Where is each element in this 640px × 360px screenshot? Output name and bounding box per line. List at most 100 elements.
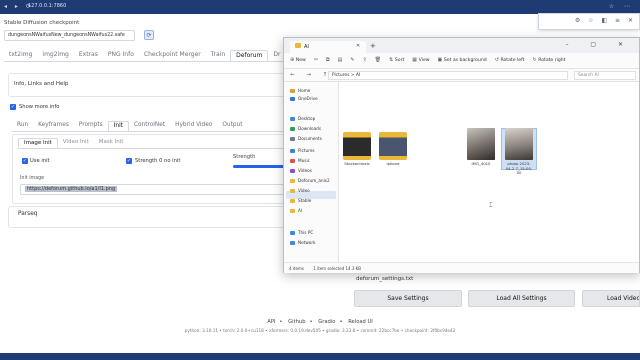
folder-icon bbox=[295, 43, 301, 48]
nav-deforum-label: Deforum_anis2 bbox=[298, 178, 330, 183]
tab-image-init[interactable]: Image Init bbox=[18, 138, 58, 148]
view-button[interactable]: ▦ View bbox=[412, 57, 429, 63]
sort-label: Sort bbox=[394, 58, 405, 63]
load-video-settings-button[interactable]: Load Video S bbox=[582, 290, 640, 307]
info-accordion-title: Info, Links and Help bbox=[14, 81, 69, 87]
browser-toolbar bbox=[0, 0, 640, 14]
new-tab-icon[interactable]: + bbox=[370, 42, 376, 50]
cut-icon[interactable]: ✂ bbox=[314, 57, 318, 63]
share-icon[interactable]: ⇪ bbox=[363, 57, 367, 63]
init-image-value[interactable]: https://deforum.github.io/a1/I1.png bbox=[25, 186, 118, 192]
nav-onedrive-label: OneDrive bbox=[298, 96, 318, 101]
popup-icons[interactable]: ⚙ ☆ ◧ ≡ ✕ bbox=[575, 17, 636, 24]
home-icon bbox=[290, 89, 295, 93]
video-icon bbox=[290, 169, 295, 173]
footer-version: python: 3.10.11 • torch: 2.0.0+cu118 • x… bbox=[184, 328, 456, 333]
use-init-label: Use init bbox=[30, 158, 50, 164]
init-tab-divider bbox=[18, 148, 284, 149]
file-name: photo 2023-04-2 7_15-00-00 bbox=[505, 161, 533, 175]
rotate-right-button[interactable]: ↻ Rotate right bbox=[532, 57, 565, 63]
file-name: Iphone bbox=[386, 161, 400, 166]
nav-desktop[interactable]: Desktop bbox=[290, 116, 315, 121]
paste-icon[interactable]: ▤ bbox=[338, 57, 343, 63]
music-icon bbox=[290, 159, 295, 163]
load-all-settings-button[interactable]: Load All Settings bbox=[468, 290, 575, 307]
nav-home[interactable]: Home bbox=[290, 88, 310, 93]
set-background-button[interactable]: ▣ Set as background bbox=[438, 57, 487, 63]
address-bar[interactable]: 127.0.0.1:7860 bbox=[28, 3, 66, 9]
folder-icon bbox=[379, 132, 407, 160]
photo-thumbnail bbox=[505, 128, 533, 160]
file-item[interactable]: Stockanimals bbox=[343, 132, 371, 167]
settings-file-label: deforum_settings.txt bbox=[356, 276, 414, 282]
nav-this-pc[interactable]: This PC bbox=[290, 230, 313, 235]
nav-stable[interactable]: Stable bbox=[290, 198, 311, 203]
tab-divider bbox=[4, 61, 284, 62]
nav-stable-label: Stable bbox=[298, 198, 312, 203]
save-settings-button[interactable]: Save Settings bbox=[354, 290, 462, 307]
strength-no-init-checkbox[interactable]: ✓ bbox=[126, 158, 132, 164]
file-item[interactable]: photo 2023-04-2 7_15-00-00 bbox=[505, 128, 533, 176]
footer-api-link[interactable]: API bbox=[267, 319, 275, 325]
strength-slider[interactable] bbox=[233, 165, 284, 168]
nav-videos[interactable]: Videos bbox=[290, 168, 312, 173]
window-controls[interactable]: – ▢ ✕ bbox=[565, 41, 633, 48]
copy-icon[interactable]: ⧉ bbox=[326, 57, 330, 63]
view-label: View bbox=[418, 58, 430, 63]
file-name: IMG_4010 bbox=[471, 161, 491, 166]
nav-downloads-label: Downloads bbox=[298, 126, 321, 131]
nav-pictures[interactable]: Pictures bbox=[290, 148, 315, 153]
footer-github-link[interactable]: Github bbox=[288, 319, 305, 325]
explorer-toolbar-items: ⊕ New ✂ ⧉ ▤ ✎ ⇪ 🗑 ⇅ Sort ▦ View ▣ Set as… bbox=[290, 57, 566, 63]
item-count: 4 items bbox=[289, 266, 304, 271]
explorer-tab-label: AI bbox=[304, 44, 309, 50]
folder-icon bbox=[290, 209, 295, 213]
explorer-content: Stockanimals Iphone IMG_4010 photo 2023-… bbox=[339, 82, 639, 262]
desktop-icon bbox=[290, 117, 295, 121]
footer-links: API • Github • Gradio • Reload UI bbox=[267, 319, 373, 325]
parseq-accordion[interactable] bbox=[8, 206, 288, 228]
nav-music-label: Music bbox=[298, 158, 310, 163]
nav-downloads[interactable]: Downloads bbox=[290, 126, 321, 131]
explorer-address-bar[interactable]: Pictures > AI bbox=[328, 71, 568, 80]
rotate-left-button[interactable]: ↺ Rotate left bbox=[495, 57, 525, 63]
file-explorer-window: AI ✕ + – ▢ ✕ ⊕ New ✂ ⧉ ▤ ✎ ⇪ 🗑 ⇅ Sort ▦ … bbox=[283, 37, 640, 273]
tab-mask-init[interactable]: Mask Init bbox=[94, 138, 129, 148]
cloud-icon bbox=[290, 97, 295, 101]
sort-button[interactable]: ⇅ Sort bbox=[389, 57, 404, 63]
file-item[interactable]: IMG_4010 bbox=[467, 128, 495, 167]
folder-icon bbox=[290, 179, 295, 183]
show-more-info-label: Show more info bbox=[19, 104, 60, 110]
close-tab-icon[interactable]: ✕ bbox=[356, 43, 360, 49]
tab-video-init[interactable]: Video Init bbox=[58, 138, 94, 148]
nav-deforum[interactable]: Deforum_anis2 bbox=[290, 178, 330, 183]
footer-reload-link[interactable]: Reload UI bbox=[348, 319, 373, 325]
checkpoint-label: Stable Diffusion checkpoint bbox=[4, 20, 80, 26]
nav-ai[interactable]: AI bbox=[290, 208, 302, 213]
explorer-nav-pane: Home OneDrive Desktop Downloads Document… bbox=[284, 82, 339, 262]
strength-no-init-label: Strength 0 no init bbox=[135, 158, 181, 164]
checkpoint-select[interactable]: dungeonsNWaifusNew_dungeonsNWaifus22.saf… bbox=[4, 30, 135, 41]
nav-music[interactable]: Music bbox=[290, 158, 310, 163]
show-more-info-checkbox[interactable]: ✓ bbox=[10, 104, 16, 110]
nav-video[interactable]: Video bbox=[290, 188, 310, 193]
explorer-tab[interactable] bbox=[290, 41, 366, 53]
browser-action-icons[interactable]: ☆ ⋯ bbox=[609, 3, 634, 10]
file-item[interactable]: Iphone bbox=[379, 132, 407, 167]
nav-documents[interactable]: Documents bbox=[290, 136, 322, 141]
rename-icon[interactable]: ✎ bbox=[350, 57, 354, 63]
nav-onedrive[interactable]: OneDrive bbox=[290, 96, 318, 101]
network-icon bbox=[290, 241, 295, 245]
strength-label: Strength bbox=[233, 154, 256, 160]
nav-ai-label: AI bbox=[298, 208, 303, 213]
nav-network[interactable]: Network bbox=[290, 240, 315, 245]
footer-gradio-link[interactable]: Gradio bbox=[318, 319, 335, 325]
file-name: Stockanimals bbox=[344, 161, 370, 166]
explorer-search-input[interactable]: Search AI bbox=[574, 71, 636, 80]
rotate-left-label: Rotate left bbox=[500, 58, 525, 63]
use-init-checkbox[interactable]: ✓ bbox=[22, 158, 28, 164]
init-image-label: Init image bbox=[20, 176, 45, 181]
new-button[interactable]: ⊕ New bbox=[290, 57, 306, 63]
delete-icon[interactable]: 🗑 bbox=[375, 57, 381, 63]
refresh-icon[interactable]: ⟳ bbox=[144, 30, 154, 40]
